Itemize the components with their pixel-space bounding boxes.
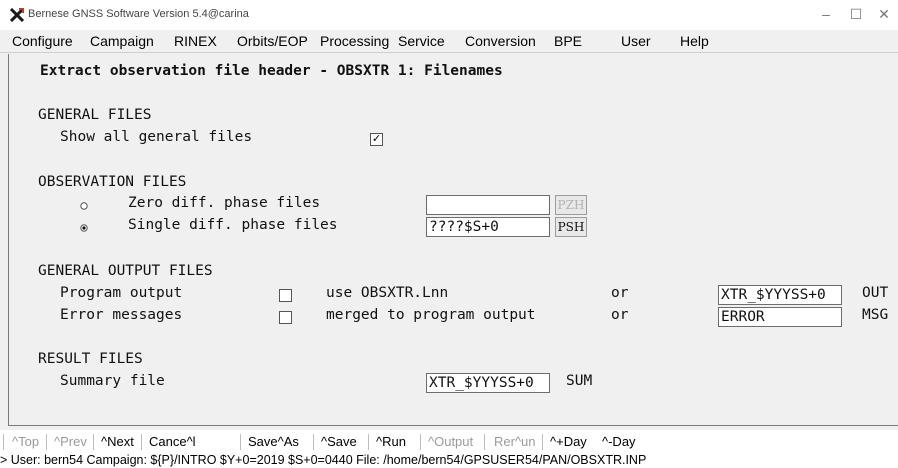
toolbar-separator — [141, 434, 142, 450]
section-result-files: RESULT FILES — [38, 351, 143, 367]
zero-diff-label: Zero diff. phase files — [128, 195, 321, 211]
maximize-icon[interactable]: ☐ — [846, 6, 866, 23]
panel-title: Extract observation file header - OBSXTR… — [40, 63, 503, 79]
minimize-icon[interactable]: – — [816, 6, 836, 22]
output-button[interactable]: ^Output — [428, 434, 473, 449]
toolbar-separator — [420, 434, 421, 450]
panel-bottom-border — [8, 425, 898, 426]
toolbar-separator — [3, 434, 4, 450]
menu-orbits-eop[interactable]: Orbits/EOP — [237, 33, 308, 49]
section-observation-files: OBSERVATION FILES — [38, 174, 187, 190]
toolbar-separator — [542, 434, 543, 450]
section-general-output: GENERAL OUTPUT FILES — [38, 263, 213, 279]
rerun-button[interactable]: Rer^un — [494, 434, 536, 449]
menu-processing[interactable]: Processing — [320, 33, 389, 49]
zero-diff-radio[interactable] — [80, 202, 88, 210]
app-logo-icon — [10, 8, 24, 22]
error-messages-label: Error messages — [60, 307, 183, 323]
error-messages-field[interactable]: ERROR — [718, 307, 842, 327]
toolbar-separator — [484, 434, 485, 450]
plus-day-button[interactable]: ^+Day — [550, 434, 587, 449]
panel-left-border — [8, 54, 9, 426]
menu-rinex[interactable]: RINEX — [174, 33, 217, 49]
program-output-field[interactable]: XTR_$YYYSS+0 — [718, 285, 842, 305]
show-all-label: Show all general files — [60, 129, 253, 145]
toolbar-separator — [240, 434, 241, 450]
error-messages-or: or — [611, 307, 629, 323]
show-all-checkbox[interactable]: ✓ — [370, 133, 383, 146]
save-as-button[interactable]: Save^As — [248, 434, 299, 449]
toolbar-separator — [313, 434, 314, 450]
menu-campaign[interactable]: Campaign — [90, 33, 154, 49]
status-line: > User: bern54 Campaign: ${P}/INTRO $Y+0… — [0, 453, 647, 467]
summary-file-label: Summary file — [60, 373, 165, 389]
section-general-files: GENERAL FILES — [38, 107, 152, 123]
checkmark-icon: ✓ — [371, 133, 382, 145]
pzh-button[interactable]: PZH — [555, 195, 587, 215]
program-output-or: or — [611, 285, 629, 301]
cancel-button[interactable]: Cance^l — [149, 434, 196, 449]
prev-button[interactable]: ^Prev — [54, 434, 87, 449]
toolbar-separator — [46, 434, 47, 450]
psh-button[interactable]: PSH — [555, 217, 587, 237]
error-messages-ext: MSG — [862, 307, 889, 323]
single-diff-label: Single diff. phase files — [128, 217, 338, 233]
save-button[interactable]: ^Save — [321, 434, 357, 449]
error-messages-checkbox[interactable] — [279, 311, 292, 324]
menu-help[interactable]: Help — [680, 33, 709, 49]
top-button[interactable]: ^Top — [12, 434, 39, 449]
program-output-label: Program output — [60, 285, 183, 301]
minus-day-button[interactable]: ^-Day — [602, 434, 636, 449]
toolbar-separator — [93, 434, 94, 450]
program-output-ext: OUT — [862, 285, 889, 301]
summary-file-ext: SUM — [566, 373, 593, 389]
menu-bpe[interactable]: BPE — [554, 33, 582, 49]
menu-conversion[interactable]: Conversion — [465, 33, 536, 49]
zero-diff-field[interactable] — [426, 195, 550, 215]
menu-service[interactable]: Service — [398, 33, 445, 49]
next-button[interactable]: ^Next — [101, 434, 134, 449]
menu-user[interactable]: User — [621, 33, 651, 49]
single-diff-radio[interactable] — [80, 224, 88, 232]
run-button[interactable]: ^Run — [376, 434, 406, 449]
error-messages-note: merged to program output — [326, 307, 536, 323]
single-diff-field[interactable]: ????$S+0 — [426, 217, 550, 237]
menu-configure[interactable]: Configure — [12, 33, 73, 49]
close-icon[interactable]: ✕ — [874, 6, 894, 23]
summary-file-field[interactable]: XTR_$YYYSS+0 — [426, 373, 550, 393]
window-title: Bernese GNSS Software Version 5.4@carina — [28, 8, 249, 20]
toolbar-separator — [368, 434, 369, 450]
program-output-checkbox[interactable] — [279, 289, 292, 302]
program-output-note: use OBSXTR.Lnn — [326, 285, 449, 301]
